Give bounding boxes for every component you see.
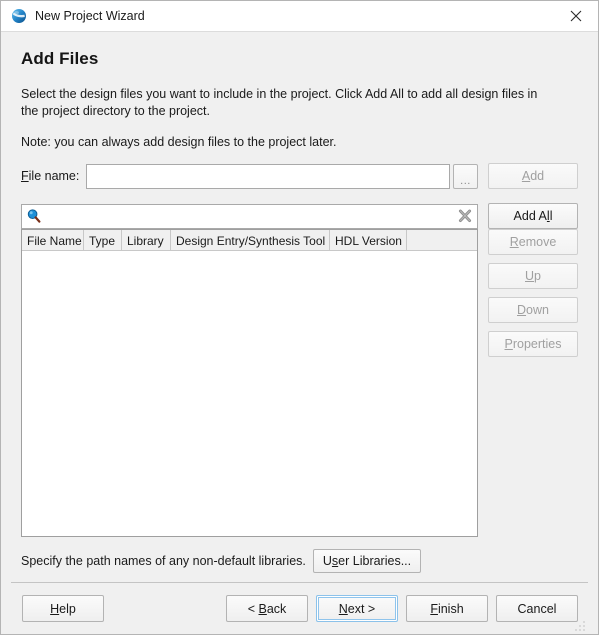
globe-icon xyxy=(11,8,27,24)
dialog-content: Add Files Select the design files you wa… xyxy=(1,32,598,582)
search-input[interactable] xyxy=(21,203,478,229)
column-header-filler xyxy=(407,230,477,250)
page-title: Add Files xyxy=(21,49,99,68)
help-button[interactable]: Help xyxy=(22,595,104,622)
add-all-button[interactable]: Add All xyxy=(488,203,578,229)
properties-button[interactable]: Properties xyxy=(488,331,578,357)
browse-button[interactable]: ... xyxy=(453,163,478,189)
user-libraries-button[interactable]: User Libraries... xyxy=(312,549,422,573)
files-table-body[interactable] xyxy=(22,251,477,536)
file-action-buttons: Remove Up Down Properties xyxy=(488,229,578,537)
files-table-header: File Name Type Library Design Entry/Synt… xyxy=(22,230,477,251)
add-button[interactable]: Add xyxy=(488,163,578,189)
next-button[interactable]: Next > xyxy=(316,595,398,622)
down-button[interactable]: Down xyxy=(488,297,578,323)
files-table[interactable]: File Name Type Library Design Entry/Synt… xyxy=(21,229,478,537)
clear-x-icon[interactable] xyxy=(457,208,473,224)
cancel-button[interactable]: Cancel xyxy=(496,595,578,622)
new-project-wizard-window: New Project Wizard Add Files Select the … xyxy=(0,0,599,635)
page-note: Note: you can always add design files to… xyxy=(21,135,337,149)
column-header-hdl-version[interactable]: HDL Version xyxy=(330,230,407,250)
back-button[interactable]: < Back xyxy=(226,595,308,622)
user-libraries-label: Specify the path names of any non-defaul… xyxy=(21,554,306,568)
magnifier-icon xyxy=(26,208,42,224)
file-name-row: File name: ... Add xyxy=(21,163,578,189)
files-area: File Name Type Library Design Entry/Synt… xyxy=(21,229,578,537)
titlebar: New Project Wizard xyxy=(1,1,598,32)
search-row: Add All xyxy=(21,203,578,229)
user-libraries-row: Specify the path names of any non-defaul… xyxy=(21,549,578,573)
window-title: New Project Wizard xyxy=(35,9,145,23)
file-name-input[interactable] xyxy=(86,163,450,189)
finish-button[interactable]: Finish xyxy=(406,595,488,622)
resize-grip-icon[interactable] xyxy=(574,620,586,632)
files-table-block: File Name Type Library Design Entry/Synt… xyxy=(21,229,478,537)
dialog-footer: Help < Back Next > Finish Cancel xyxy=(11,582,588,634)
column-header-library[interactable]: Library xyxy=(122,230,171,250)
column-header-design-entry-synthesis-tool[interactable]: Design Entry/Synthesis Tool xyxy=(171,230,330,250)
column-header-type[interactable]: Type xyxy=(84,230,122,250)
close-icon[interactable] xyxy=(553,1,598,31)
page-description: Select the design files you want to incl… xyxy=(21,87,538,118)
remove-button[interactable]: Remove xyxy=(488,229,578,255)
up-button[interactable]: Up xyxy=(488,263,578,289)
file-name-label: File name: xyxy=(21,169,80,183)
wizard-nav-buttons: < Back Next > Finish Cancel xyxy=(226,595,578,622)
search-field-wrapper xyxy=(21,203,478,229)
column-header-file-name[interactable]: File Name xyxy=(22,230,84,250)
